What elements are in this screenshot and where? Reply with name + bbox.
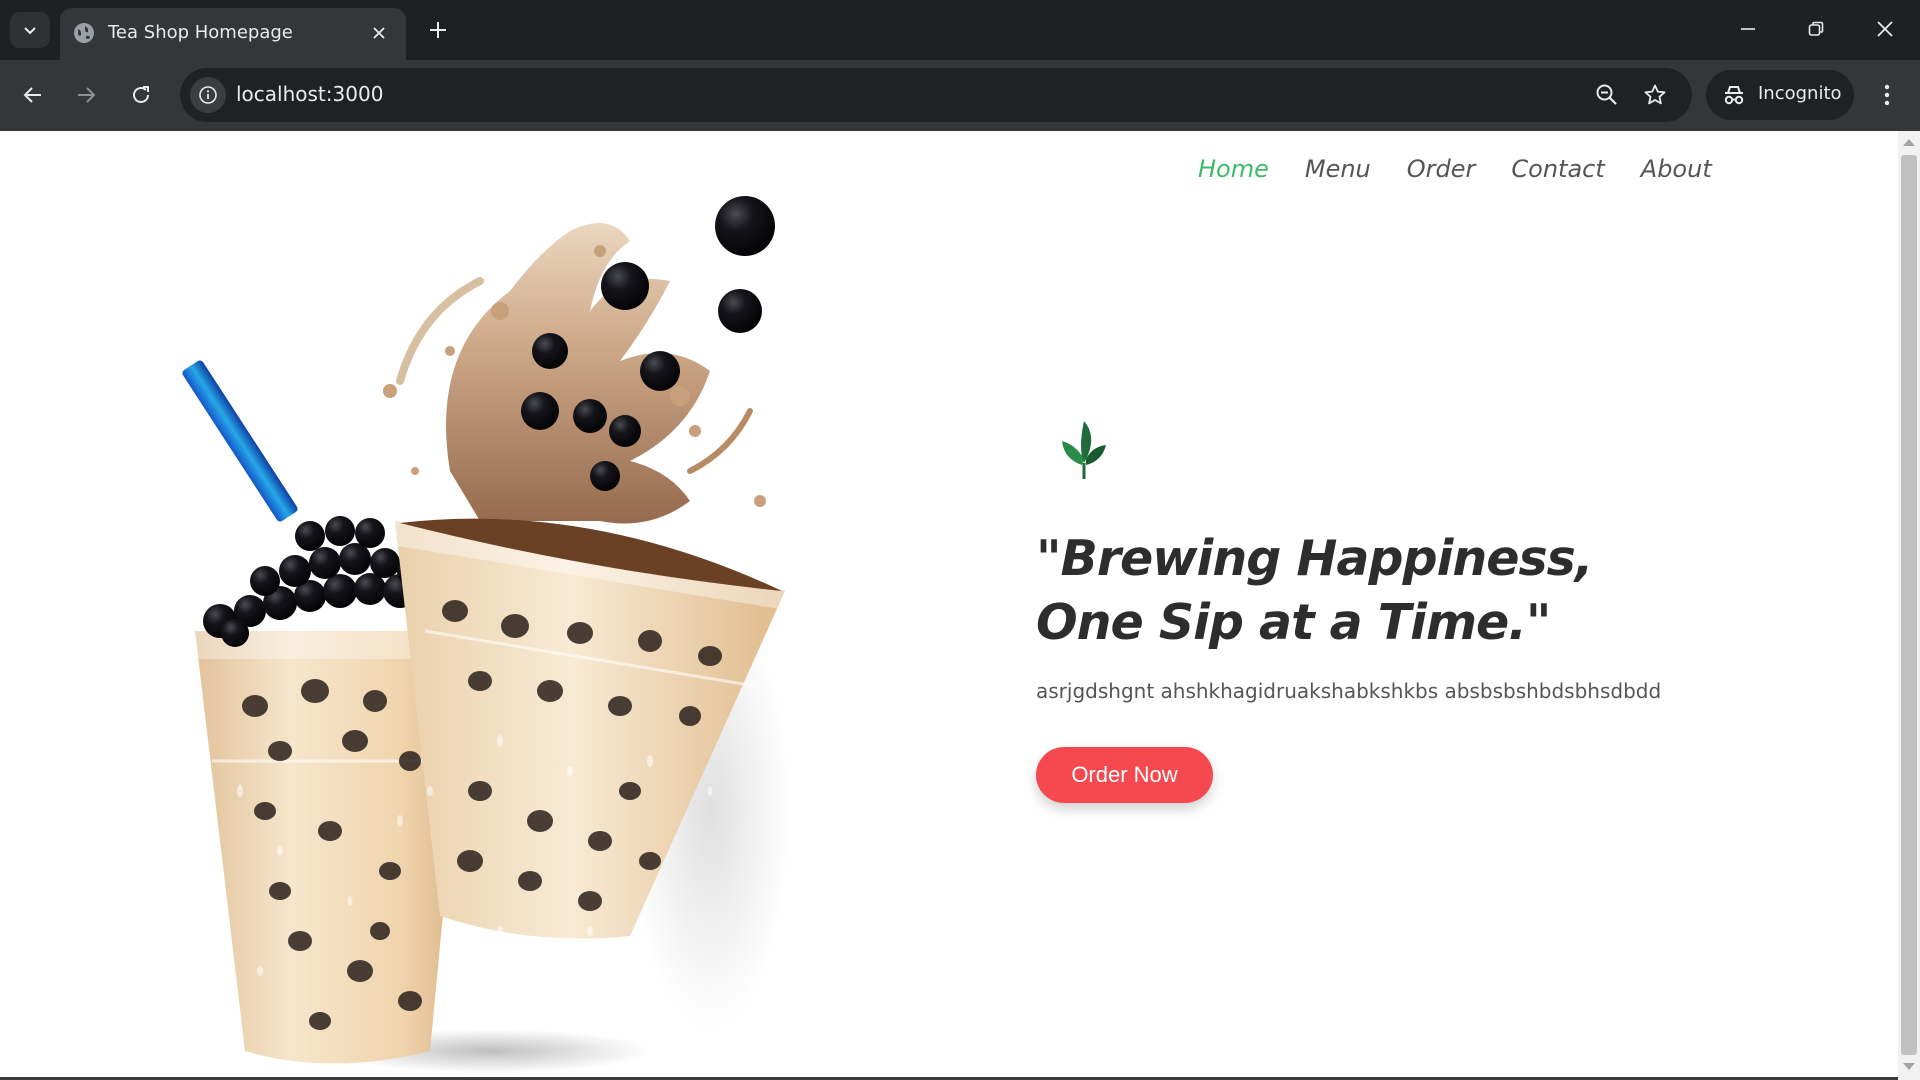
close-icon — [1877, 21, 1893, 37]
address-bar[interactable]: localhost:3000 — [180, 68, 1692, 122]
tab-title: Tea Shop Homepage — [108, 22, 293, 43]
incognito-label: Incognito — [1758, 83, 1842, 104]
forward-button[interactable] — [68, 77, 104, 113]
hero-subtext: asrjgdshgnt ahshkhagidruakshabkshkbs abs… — [1036, 679, 1662, 703]
incognito-icon — [1724, 86, 1744, 105]
back-button[interactable] — [15, 77, 51, 113]
reload-icon — [133, 86, 149, 103]
site-info-button[interactable] — [190, 77, 226, 113]
minimize-icon — [1741, 28, 1755, 30]
minimize-button[interactable] — [1733, 14, 1763, 44]
hero-headline: "Brewing Happiness, One Sip at a Time." — [1036, 527, 1636, 655]
order-now-button[interactable]: Order Now — [1036, 747, 1213, 803]
tab-search-button[interactable] — [10, 12, 50, 48]
scrollbar-thumb[interactable] — [1901, 155, 1917, 1055]
globe-icon — [74, 23, 94, 43]
zoom-out-icon — [1596, 84, 1617, 105]
restore-icon — [1808, 21, 1824, 36]
kebab-icon — [1884, 84, 1890, 106]
arrow-left-icon — [23, 87, 41, 103]
new-tab-button[interactable] — [422, 16, 454, 44]
nav-contact-link[interactable]: Contact — [1511, 155, 1604, 183]
headline-line-2: One Sip at a Time." — [1036, 594, 1551, 651]
star-icon — [1644, 84, 1666, 105]
browser-tab[interactable]: Tea Shop Homepage — [60, 8, 406, 60]
tea-leaf-icon — [1062, 421, 1106, 479]
browser-tab-bar: Tea Shop Homepage — [0, 0, 1920, 60]
chevron-down-icon — [24, 27, 36, 35]
page-scrollbar[interactable] — [1898, 131, 1920, 1080]
restore-button[interactable] — [1801, 14, 1831, 44]
scroll-down-arrow-icon[interactable] — [1903, 1063, 1915, 1070]
nav-menu-link[interactable]: Menu — [1305, 155, 1371, 183]
page-viewport: Home Menu Order Contact About "Brewing H… — [0, 131, 1898, 1077]
incognito-indicator[interactable]: Incognito — [1706, 70, 1854, 120]
bubble-tea-illustration — [182, 196, 790, 1073]
browser-menu-button[interactable] — [1872, 80, 1902, 110]
zoom-button[interactable] — [1593, 81, 1621, 109]
close-icon — [373, 27, 385, 39]
scroll-up-arrow-icon[interactable] — [1903, 139, 1915, 146]
browser-toolbar: localhost:3000 Incognito — [0, 60, 1920, 131]
nav-order-link[interactable]: Order — [1407, 155, 1476, 183]
close-window-button[interactable] — [1870, 14, 1900, 44]
arrow-right-icon — [78, 87, 96, 103]
plus-icon — [430, 22, 446, 38]
nav-about-link[interactable]: About — [1641, 155, 1712, 183]
tab-close-button[interactable] — [368, 22, 390, 44]
headline-line-1: "Brewing Happiness, — [1036, 530, 1593, 587]
url-text[interactable]: localhost:3000 — [236, 82, 383, 106]
nav-home-link[interactable]: Home — [1198, 155, 1269, 183]
site-nav: Home Menu Order Contact About — [1198, 155, 1712, 183]
bookmark-button[interactable] — [1641, 81, 1669, 109]
info-icon — [199, 86, 217, 104]
reload-button[interactable] — [123, 77, 159, 113]
